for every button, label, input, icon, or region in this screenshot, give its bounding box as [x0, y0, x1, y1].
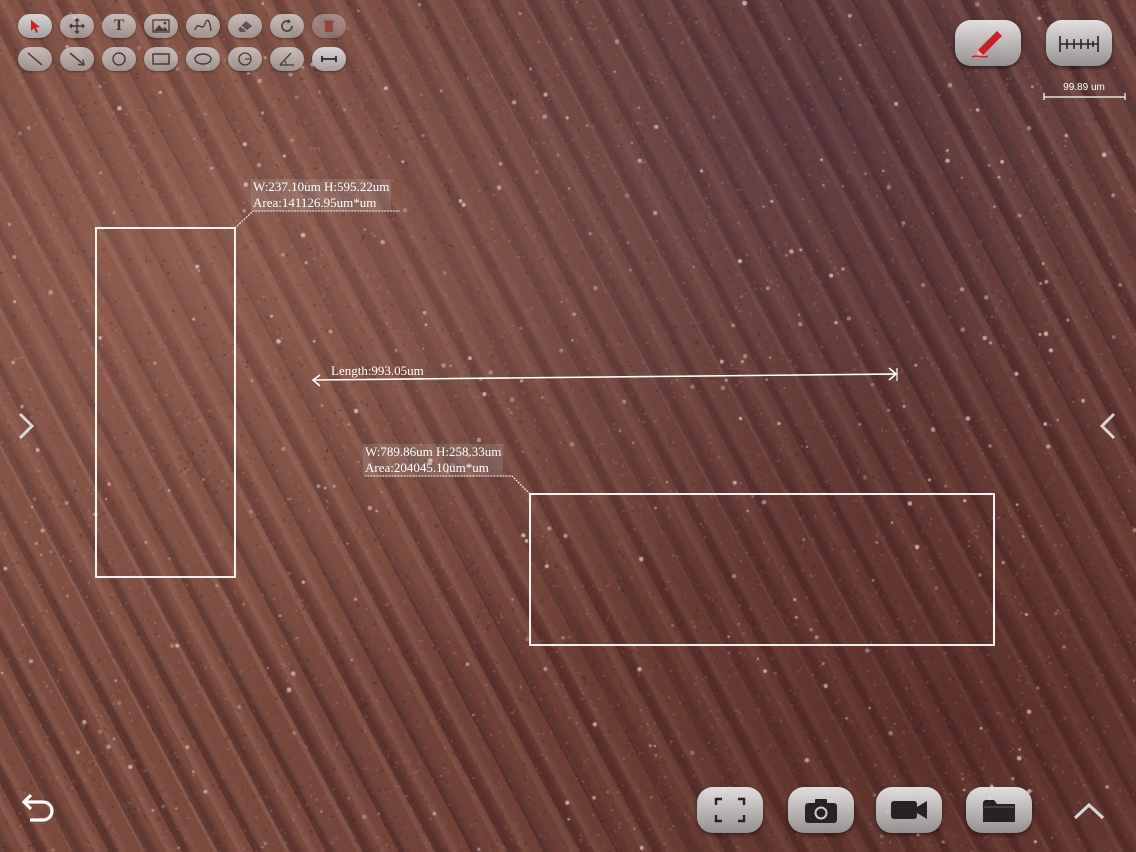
rect1-area: Area:141126.95um*um — [253, 195, 377, 210]
move-tool-button[interactable] — [60, 14, 94, 38]
circle-icon — [112, 52, 126, 66]
circle-tool-button[interactable] — [102, 47, 136, 71]
arc-icon — [238, 52, 252, 66]
scale-bar-label: 99.89 um — [1063, 82, 1105, 93]
length-measure-icon — [321, 56, 337, 62]
freehand-tool-button[interactable] — [186, 14, 220, 38]
rectangle-icon — [152, 53, 170, 65]
ellipse-tool-button[interactable] — [186, 47, 220, 71]
freehand-icon — [194, 19, 212, 32]
move-cross-icon — [69, 18, 85, 34]
angle-tool-button[interactable] — [270, 47, 304, 71]
pencil-icon — [971, 31, 1002, 58]
image-icon — [152, 19, 170, 33]
pointer-arrow-icon — [31, 20, 40, 33]
ruler-icon — [1059, 36, 1099, 52]
fullscreen-button[interactable] — [697, 787, 763, 833]
select-tool-button[interactable] — [18, 14, 52, 38]
camera-icon — [805, 799, 837, 823]
back-undo-icon[interactable] — [18, 792, 58, 828]
line-tool-button[interactable] — [18, 47, 52, 71]
video-camera-icon — [891, 801, 927, 819]
measure-rectangle-2[interactable] — [529, 493, 995, 646]
ellipse-icon — [194, 53, 212, 65]
line-icon — [27, 52, 43, 66]
rotate-tool-button[interactable] — [270, 14, 304, 38]
rect2-measure-label: W:789.86um H:258.33um Area:204045.10um*u… — [363, 444, 504, 476]
image-tool-button[interactable] — [144, 14, 178, 38]
rotate-icon — [281, 19, 293, 32]
folder-icon — [983, 800, 1015, 822]
rect2-size: W:789.86um H:258.33um — [365, 444, 502, 459]
scale-bar — [1043, 93, 1126, 100]
rect1-measure-label: W:237.10um H:595.22um Area:141126.95um*u… — [251, 179, 392, 211]
callout-line-2 — [365, 475, 531, 495]
rect1-size: W:237.10um H:595.22um — [253, 179, 390, 194]
capture-photo-button[interactable] — [788, 787, 854, 833]
open-gallery-button[interactable] — [966, 787, 1032, 833]
expand-right-panel-icon[interactable] — [1098, 411, 1118, 441]
arrow-line-tool-button[interactable] — [60, 47, 94, 71]
fullscreen-icon — [714, 797, 746, 823]
arrow-line-icon — [69, 52, 85, 66]
rect2-area: Area:204045.10um*um — [365, 460, 489, 475]
length-label: Length:993.05um — [331, 363, 424, 378]
eraser-tool-button[interactable] — [228, 14, 262, 38]
arc-tool-button[interactable] — [228, 47, 262, 71]
length-tool-button[interactable] — [312, 47, 346, 71]
text-icon: T — [113, 17, 125, 34]
annotate-pencil-button[interactable] — [955, 20, 1021, 66]
microscope-view[interactable]: W:237.10um H:595.22um Area:141126.95um*u… — [0, 0, 1136, 852]
ruler-scale-button[interactable] — [1046, 20, 1112, 66]
trash-icon — [324, 20, 334, 32]
chevron-up-icon[interactable] — [1071, 800, 1107, 822]
record-video-button[interactable] — [876, 787, 942, 833]
angle-icon — [279, 52, 294, 66]
expand-left-panel-icon[interactable] — [16, 411, 36, 441]
callout-line-1 — [234, 210, 400, 229]
rectangle-tool-button[interactable] — [144, 47, 178, 71]
eraser-icon — [238, 21, 252, 32]
text-tool-button[interactable]: T — [102, 14, 136, 38]
measure-rectangle-1[interactable] — [95, 227, 236, 578]
delete-tool-button[interactable] — [312, 14, 346, 38]
